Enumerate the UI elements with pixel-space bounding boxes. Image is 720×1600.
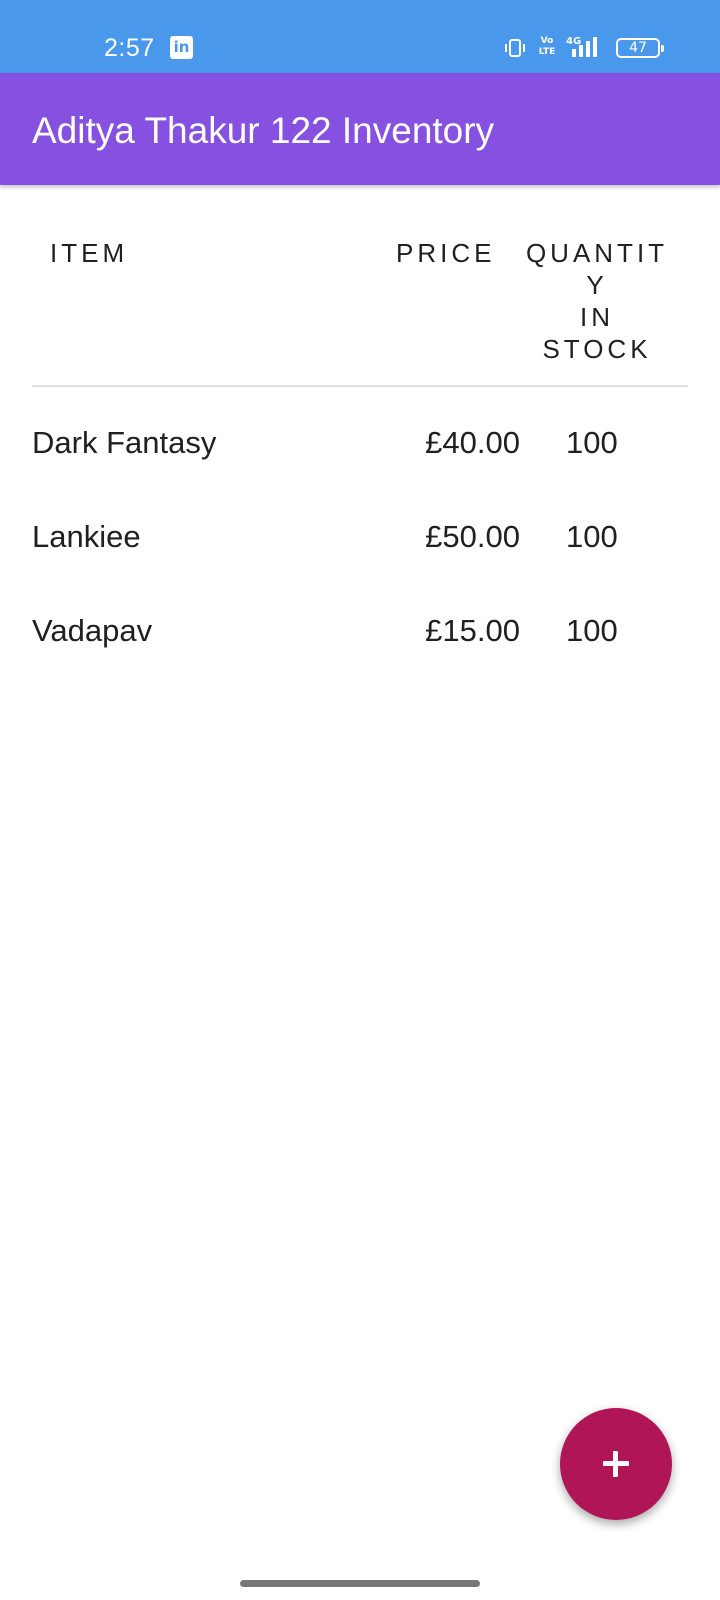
item-name: Vadapav [32,613,153,648]
table-row[interactable]: Vadapav £15.00 100 [0,583,720,679]
linkedin-icon: in [170,36,193,59]
volte-icon: Vo LTE [538,36,556,60]
item-price: £40.00 [425,425,520,460]
volte-top-label: Vo [540,36,554,46]
item-name: Dark Fantasy [32,425,217,460]
item-quantity: 100 [566,425,618,460]
app-bar: Aditya Thakur 122 Inventory [0,73,720,185]
gesture-nav-handle[interactable] [240,1580,480,1587]
battery-icon: 47 [616,38,664,58]
table-row[interactable]: Lankiee £50.00 100 [0,489,720,585]
item-quantity: 100 [566,519,618,554]
item-name: Lankiee [32,519,141,554]
volte-bottom-label: LTE [538,47,556,57]
table-row[interactable]: Dark Fantasy £40.00 100 [0,395,720,491]
svg-text:4G: 4G [566,36,581,47]
add-item-button[interactable] [560,1408,672,1520]
header-divider [32,385,688,387]
header-price: PRICE [396,238,496,268]
header-item: ITEM [50,238,129,268]
app-title: Aditya Thakur 122 Inventory [32,110,495,151]
status-bar: 2:57 in Vo LTE 4G 47 [0,0,720,73]
item-price: £15.00 [425,613,520,648]
header-quantity: QUANTIT Y IN STOCK [525,238,669,364]
signal-icon: 4G [566,36,597,57]
item-price: £50.00 [425,519,520,554]
vibrate-icon [505,39,525,57]
status-time: 2:57 [104,34,155,62]
item-quantity: 100 [566,613,618,648]
